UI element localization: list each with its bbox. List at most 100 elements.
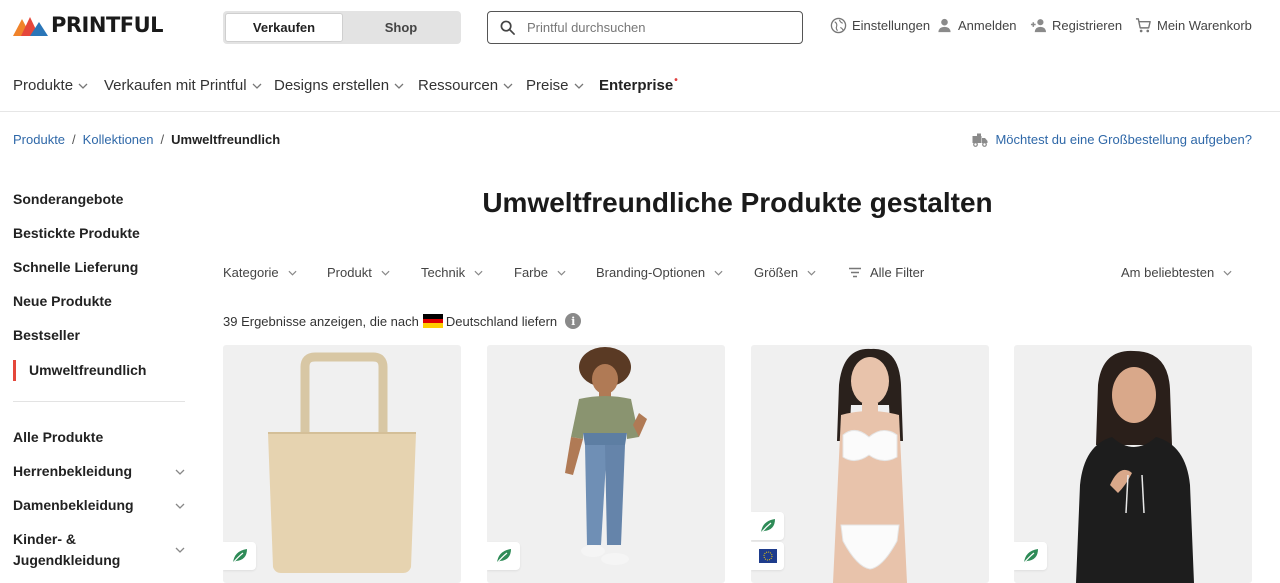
sort-dropdown[interactable]: Am beliebtesten — [1121, 265, 1232, 280]
filter-color-label: Farbe — [514, 265, 548, 280]
chevron-down-icon — [807, 270, 816, 276]
globe-icon — [830, 17, 847, 34]
nav-products[interactable]: Produkte — [13, 77, 88, 94]
nav-sell-with-printful[interactable]: Verkaufen mit Printful — [104, 77, 262, 94]
chevron-down-icon — [557, 270, 566, 276]
sidebar-divider — [13, 401, 185, 402]
eco-badge — [1014, 542, 1047, 570]
mode-shop-button[interactable]: Shop — [343, 13, 459, 42]
nav-designs-label: Designs erstellen — [274, 77, 390, 94]
settings-label: Einstellungen — [852, 18, 931, 33]
user-icon — [938, 18, 951, 33]
new-marker: • — [674, 75, 678, 86]
chevron-down-icon[interactable] — [175, 547, 185, 553]
eu-flag-icon — [758, 549, 777, 563]
truck-icon — [972, 133, 988, 147]
info-icon[interactable]: i — [565, 313, 582, 329]
nav-pricing-label: Preise — [526, 77, 569, 94]
black-hoodie-model-image — [1076, 350, 1194, 583]
filter-lines-icon — [849, 267, 861, 278]
top-bar: PRINTFUL Verkaufen Shop Einstellungen An… — [0, 0, 1280, 56]
chevron-down-icon — [252, 83, 262, 89]
bikini-model-image — [833, 348, 907, 583]
sidebar-item-bestseller[interactable]: Bestseller — [13, 327, 80, 343]
mode-sell-button[interactable]: Verkaufen — [225, 13, 343, 42]
sidebar-item-kids-line2[interactable]: Jugendkleidung — [13, 552, 120, 568]
cart-link[interactable]: Mein Warenkorb — [1135, 17, 1252, 34]
register-link[interactable]: Registrieren — [1030, 17, 1122, 34]
sidebar-item-embroidered[interactable]: Bestickte Produkte — [13, 225, 140, 241]
product-card-olive-tshirt[interactable] — [487, 345, 725, 583]
active-indicator — [13, 360, 16, 381]
chevron-down-icon — [574, 83, 583, 89]
filter-sizes[interactable]: Größen — [754, 265, 816, 280]
settings-link[interactable]: Einstellungen — [830, 17, 930, 34]
brand-name: PRINTFUL — [51, 13, 164, 37]
product-card-tote-bag[interactable] — [223, 345, 461, 583]
sidebar-item-special-offers[interactable]: Sonderangebote — [13, 191, 123, 207]
chevron-down-icon[interactable] — [175, 503, 185, 509]
chevron-down-icon — [288, 270, 297, 276]
nav-enterprise[interactable]: Enterprise • — [599, 75, 678, 94]
nav-pricing[interactable]: Preise — [526, 77, 584, 94]
sort-label: Am beliebtesten — [1121, 265, 1215, 280]
search-icon — [500, 20, 515, 35]
eco-leaf-icon — [232, 549, 247, 564]
sidebar-item-fast-delivery[interactable]: Schnelle Lieferung — [13, 259, 138, 275]
results-country-text: Deutschland liefern — [445, 313, 558, 329]
filter-category-label: Kategorie — [223, 265, 279, 280]
filter-color[interactable]: Farbe — [514, 265, 566, 280]
sidebar-item-new-products[interactable]: Neue Produkte — [13, 293, 112, 309]
tote-bag-image — [268, 352, 416, 573]
sidebar-item-women[interactable]: Damenbekleidung — [13, 497, 134, 513]
nav-resources[interactable]: Ressourcen — [418, 77, 513, 94]
results-summary: 39 Ergebnisse anzeigen, die nach Deutsch… — [223, 313, 582, 329]
sidebar-item-men[interactable]: Herrenbekleidung — [13, 463, 132, 479]
chevron-down-icon — [394, 83, 404, 89]
nav-sell-label: Verkaufen mit Printful — [104, 77, 247, 94]
chevron-down-icon — [78, 83, 88, 89]
eco-leaf-icon — [1023, 549, 1038, 564]
sidebar-item-eco-friendly[interactable]: Umweltfreundlich — [29, 362, 146, 378]
page-title: Umweltfreundliche Produkte gestalten — [482, 187, 993, 218]
eco-leaf-icon — [496, 549, 511, 564]
filter-branding[interactable]: Branding-Optionen — [596, 265, 723, 280]
breadcrumb-collections[interactable]: Kollektionen — [83, 132, 154, 147]
chevron-down-icon — [714, 270, 723, 276]
register-label: Registrieren — [1052, 18, 1123, 33]
filter-category[interactable]: Kategorie — [223, 265, 297, 280]
filter-sizes-label: Größen — [754, 265, 799, 280]
add-user-icon — [1030, 19, 1047, 33]
nav-resources-label: Ressourcen — [418, 77, 499, 94]
nav-enterprise-label: Enterprise — [599, 77, 674, 94]
search-box[interactable] — [487, 11, 803, 44]
nav-create-designs[interactable]: Designs erstellen — [274, 77, 404, 94]
sidebar-item-all-products[interactable]: Alle Produkte — [13, 429, 103, 445]
chevron-down-icon — [503, 83, 513, 89]
olive-tshirt-model-image — [565, 347, 647, 565]
chevron-down-icon — [381, 270, 390, 276]
breadcrumb: Produkte / Kollektionen / Umweltfreundli… — [13, 132, 280, 147]
filter-technique[interactable]: Technik — [421, 265, 483, 280]
filter-product-label: Produkt — [327, 265, 372, 280]
product-card-bikini[interactable] — [751, 345, 989, 583]
chevron-down-icon — [474, 270, 483, 276]
breadcrumb-products[interactable]: Produkte — [13, 132, 65, 147]
login-link[interactable]: Anmelden — [936, 17, 1017, 34]
sidebar-item-kids-line1[interactable]: Kinder- & — [13, 531, 76, 547]
cart-label: Mein Warenkorb — [1157, 18, 1252, 33]
chevron-down-icon[interactable] — [175, 469, 185, 475]
printful-logo-icon — [13, 17, 48, 36]
filter-technique-label: Technik — [421, 265, 466, 280]
results-count-text: 39 Ergebnisse anzeigen, die nach — [223, 313, 419, 329]
eco-badge — [223, 542, 256, 570]
main-nav: Produkte Verkaufen mit Printful Designs … — [0, 56, 1280, 112]
printful-logo[interactable]: PRINTFUL — [13, 13, 164, 37]
search-input[interactable] — [527, 20, 787, 35]
bulk-order-link[interactable]: Möchtest du eine Großbestellung aufgeben… — [972, 132, 1252, 147]
filter-product[interactable]: Produkt — [327, 265, 390, 280]
all-filters-label: Alle Filter — [870, 265, 925, 280]
all-filters-button[interactable]: Alle Filter — [848, 265, 924, 280]
breadcrumb-current: Umweltfreundlich — [171, 132, 281, 147]
product-card-black-hoodie[interactable] — [1014, 345, 1252, 583]
